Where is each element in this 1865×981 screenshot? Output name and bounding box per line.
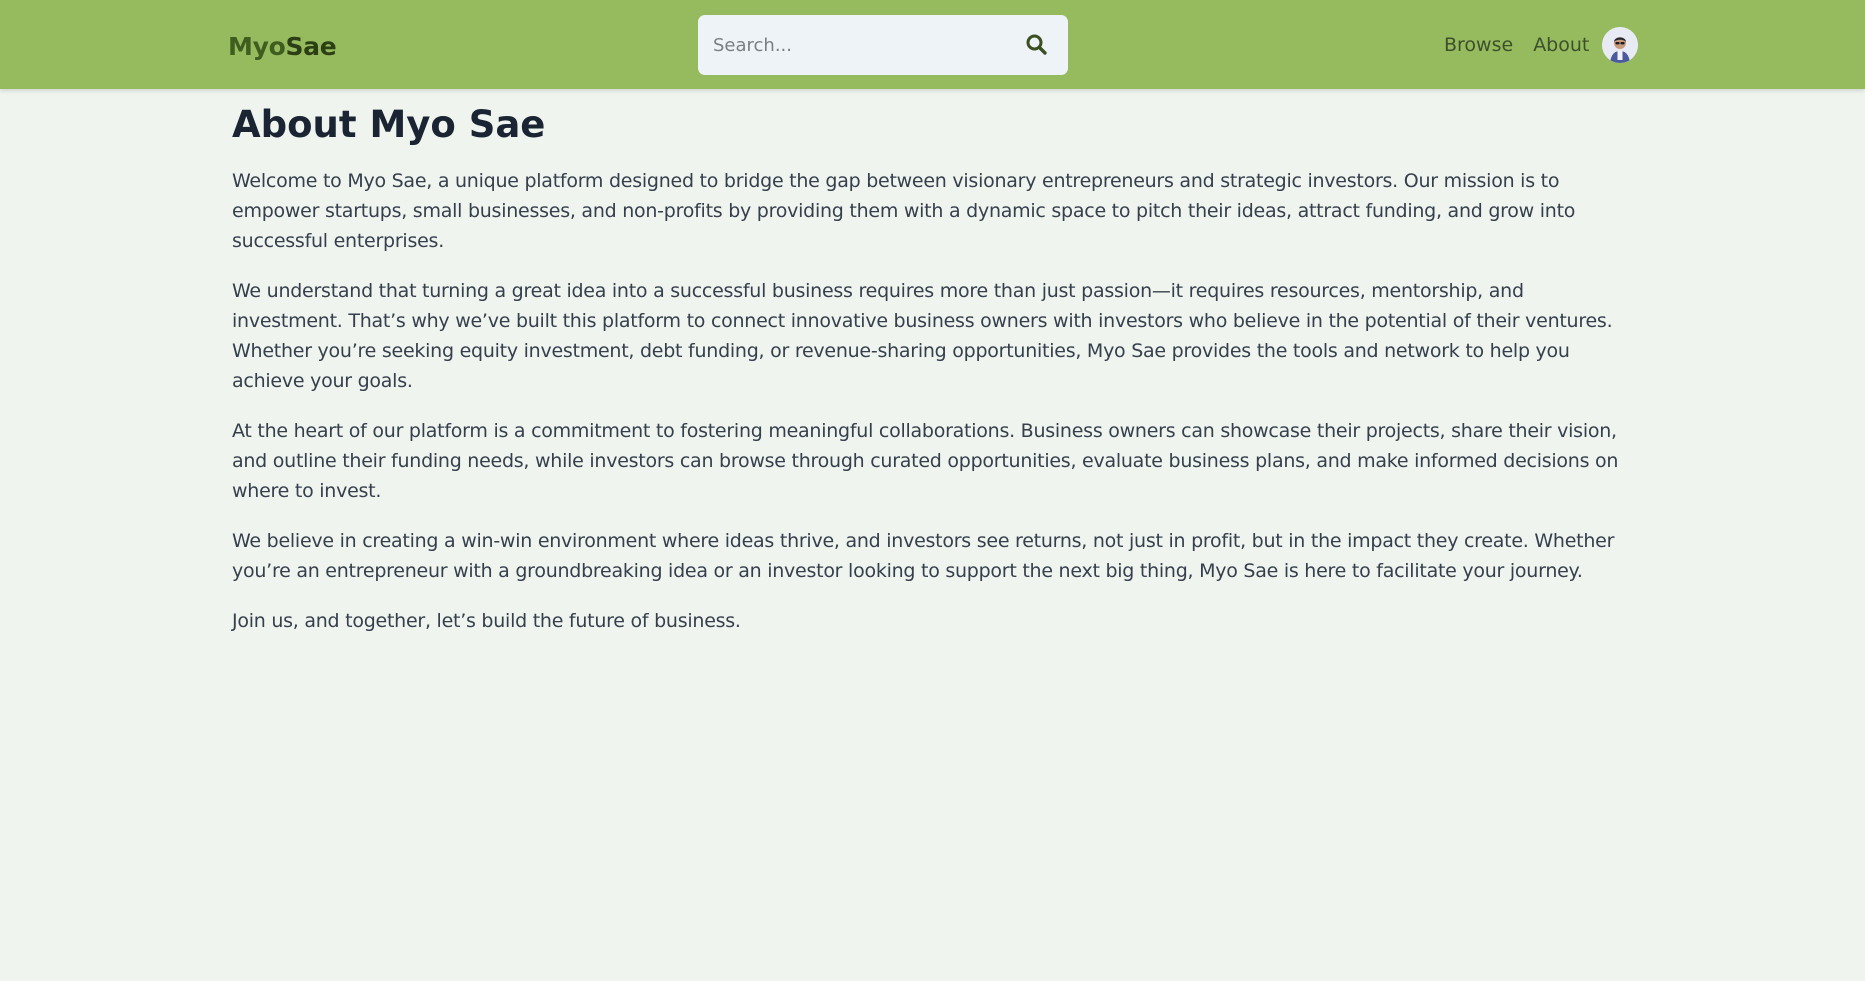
about-paragraph: We understand that turning a great idea … bbox=[232, 280, 1613, 392]
search-icon bbox=[1026, 34, 1047, 55]
logo-text-myo: Myo bbox=[228, 32, 286, 61]
nav-link-about[interactable]: About bbox=[1533, 27, 1589, 63]
about-paragraph: At the heart of our platform is a commit… bbox=[232, 420, 1619, 502]
navbar: MyoSae Browse About bbox=[0, 0, 1865, 89]
page-title: About Myo Sae bbox=[232, 103, 546, 146]
search-box bbox=[698, 15, 1068, 75]
logo-text-sae: Sae bbox=[285, 32, 337, 61]
search-button[interactable] bbox=[1022, 30, 1052, 60]
about-content: About Myo Sae Welcome to Myo Sae, a uniq… bbox=[232, 102, 1632, 656]
about-paragraph: Join us, and together, let’s build the f… bbox=[232, 610, 741, 632]
main-nav: Browse About bbox=[1444, 27, 1609, 63]
user-avatar[interactable] bbox=[1602, 27, 1638, 63]
user-avatar-icon bbox=[1602, 27, 1638, 63]
about-paragraph: Welcome to Myo Sae, a unique platform de… bbox=[232, 170, 1576, 252]
search-input[interactable] bbox=[698, 15, 1018, 75]
site-logo[interactable]: MyoSae bbox=[228, 31, 337, 63]
nav-link-browse[interactable]: Browse bbox=[1444, 27, 1513, 63]
about-paragraph: We believe in creating a win-win environ… bbox=[232, 530, 1615, 582]
